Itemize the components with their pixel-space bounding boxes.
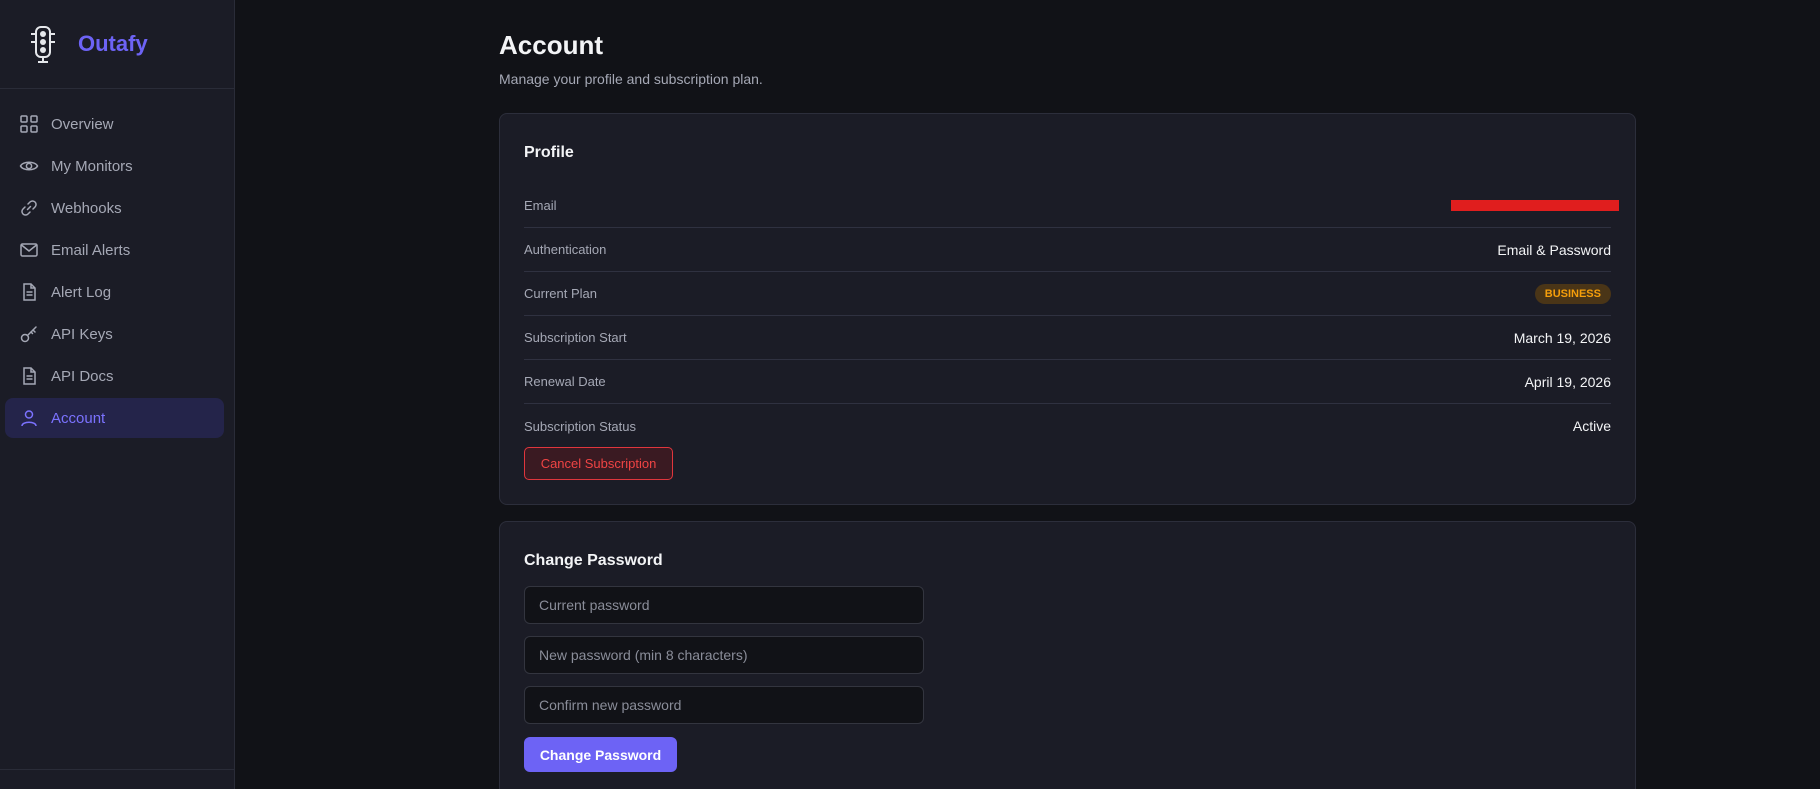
sidebar-item-overview[interactable]: Overview — [5, 104, 224, 144]
current-password-input[interactable] — [524, 586, 924, 624]
profile-row-plan: Current Plan BUSINESS — [524, 272, 1611, 316]
sidebar-item-label: My Monitors — [51, 157, 133, 175]
eye-icon — [19, 156, 39, 176]
sidebar-item-my-monitors[interactable]: My Monitors — [5, 146, 224, 186]
profile-row-email: Email — [524, 184, 1619, 228]
sidebar-item-label: Webhooks — [51, 199, 122, 217]
subscription-status-value: Active — [1572, 418, 1611, 434]
new-password-input[interactable] — [524, 636, 924, 674]
authentication-value: Email & Password — [1497, 241, 1611, 258]
link-icon — [19, 198, 39, 218]
plan-badge: BUSINESS — [1534, 283, 1611, 304]
traffic-light-icon — [31, 26, 55, 63]
profile-row-status: Subscription Status Active — [524, 404, 1611, 448]
sidebar-item-api-docs[interactable]: API Docs — [5, 356, 224, 396]
profile-title: Profile — [524, 144, 574, 161]
email-redaction — [1451, 200, 1619, 211]
renewal-date-label: Renewal Date — [524, 374, 606, 389]
confirm-password-input[interactable] — [524, 686, 924, 724]
email-label: Email — [524, 198, 557, 213]
authentication-label: Authentication — [524, 242, 607, 257]
sidebar-item-label: Alert Log — [51, 283, 112, 301]
sidebar-item-label: API Docs — [51, 367, 114, 385]
mail-icon — [19, 240, 39, 260]
profile-row-renewal-date: Renewal Date April 19, 2026 — [524, 360, 1611, 404]
brand-name: Outafy — [78, 31, 148, 56]
sidebar-item-alert-log[interactable]: Alert Log — [5, 272, 224, 312]
sidebar-item-email-alerts[interactable]: Email Alerts — [5, 230, 224, 270]
sidebar-item-label: Overview — [51, 115, 114, 133]
change-password-title: Change Password — [524, 552, 663, 569]
sidebar-item-api-keys[interactable]: API Keys — [5, 314, 224, 354]
page-title: Account — [499, 30, 603, 60]
cancel-subscription-button[interactable]: Cancel Subscription — [524, 447, 673, 480]
profile-rows: Email Authentication Email & Password Cu… — [524, 184, 1619, 448]
sidebar-footer-divider — [0, 769, 234, 770]
sidebar-item-label: API Keys — [51, 325, 113, 343]
subscription-status-label: Subscription Status — [524, 418, 637, 434]
profile-row-authentication: Authentication Email & Password — [524, 228, 1611, 272]
change-password-button[interactable]: Change Password — [524, 737, 677, 772]
document-icon — [19, 366, 39, 386]
sidebar-item-label: Email Alerts — [51, 241, 131, 259]
change-password-card: Change Password Change Password — [499, 521, 1636, 789]
plan-label: Current Plan — [524, 286, 597, 301]
subscription-start-label: Subscription Start — [524, 330, 627, 345]
page-subtitle: Manage your profile and subscription pla… — [499, 71, 763, 87]
sidebar-nav: Overview My Monitors Webhooks Email Aler… — [0, 89, 234, 438]
brand[interactable]: Outafy — [0, 0, 234, 89]
document-icon — [19, 282, 39, 302]
sidebar: Outafy Overview My Monitors Webhooks Ema… — [0, 0, 235, 789]
key-icon — [19, 324, 39, 344]
renewal-date-value: April 19, 2026 — [1524, 373, 1611, 390]
profile-card: Profile Email Authentication Email & Pas… — [499, 113, 1636, 505]
grid-icon — [19, 114, 39, 134]
subscription-start-value: March 19, 2026 — [1513, 329, 1611, 346]
profile-row-subscription-start: Subscription Start March 19, 2026 — [524, 316, 1611, 360]
user-icon — [19, 408, 39, 428]
sidebar-item-webhooks[interactable]: Webhooks — [5, 188, 224, 228]
sidebar-item-account[interactable]: Account — [5, 398, 224, 438]
sidebar-item-label: Account — [51, 409, 106, 427]
